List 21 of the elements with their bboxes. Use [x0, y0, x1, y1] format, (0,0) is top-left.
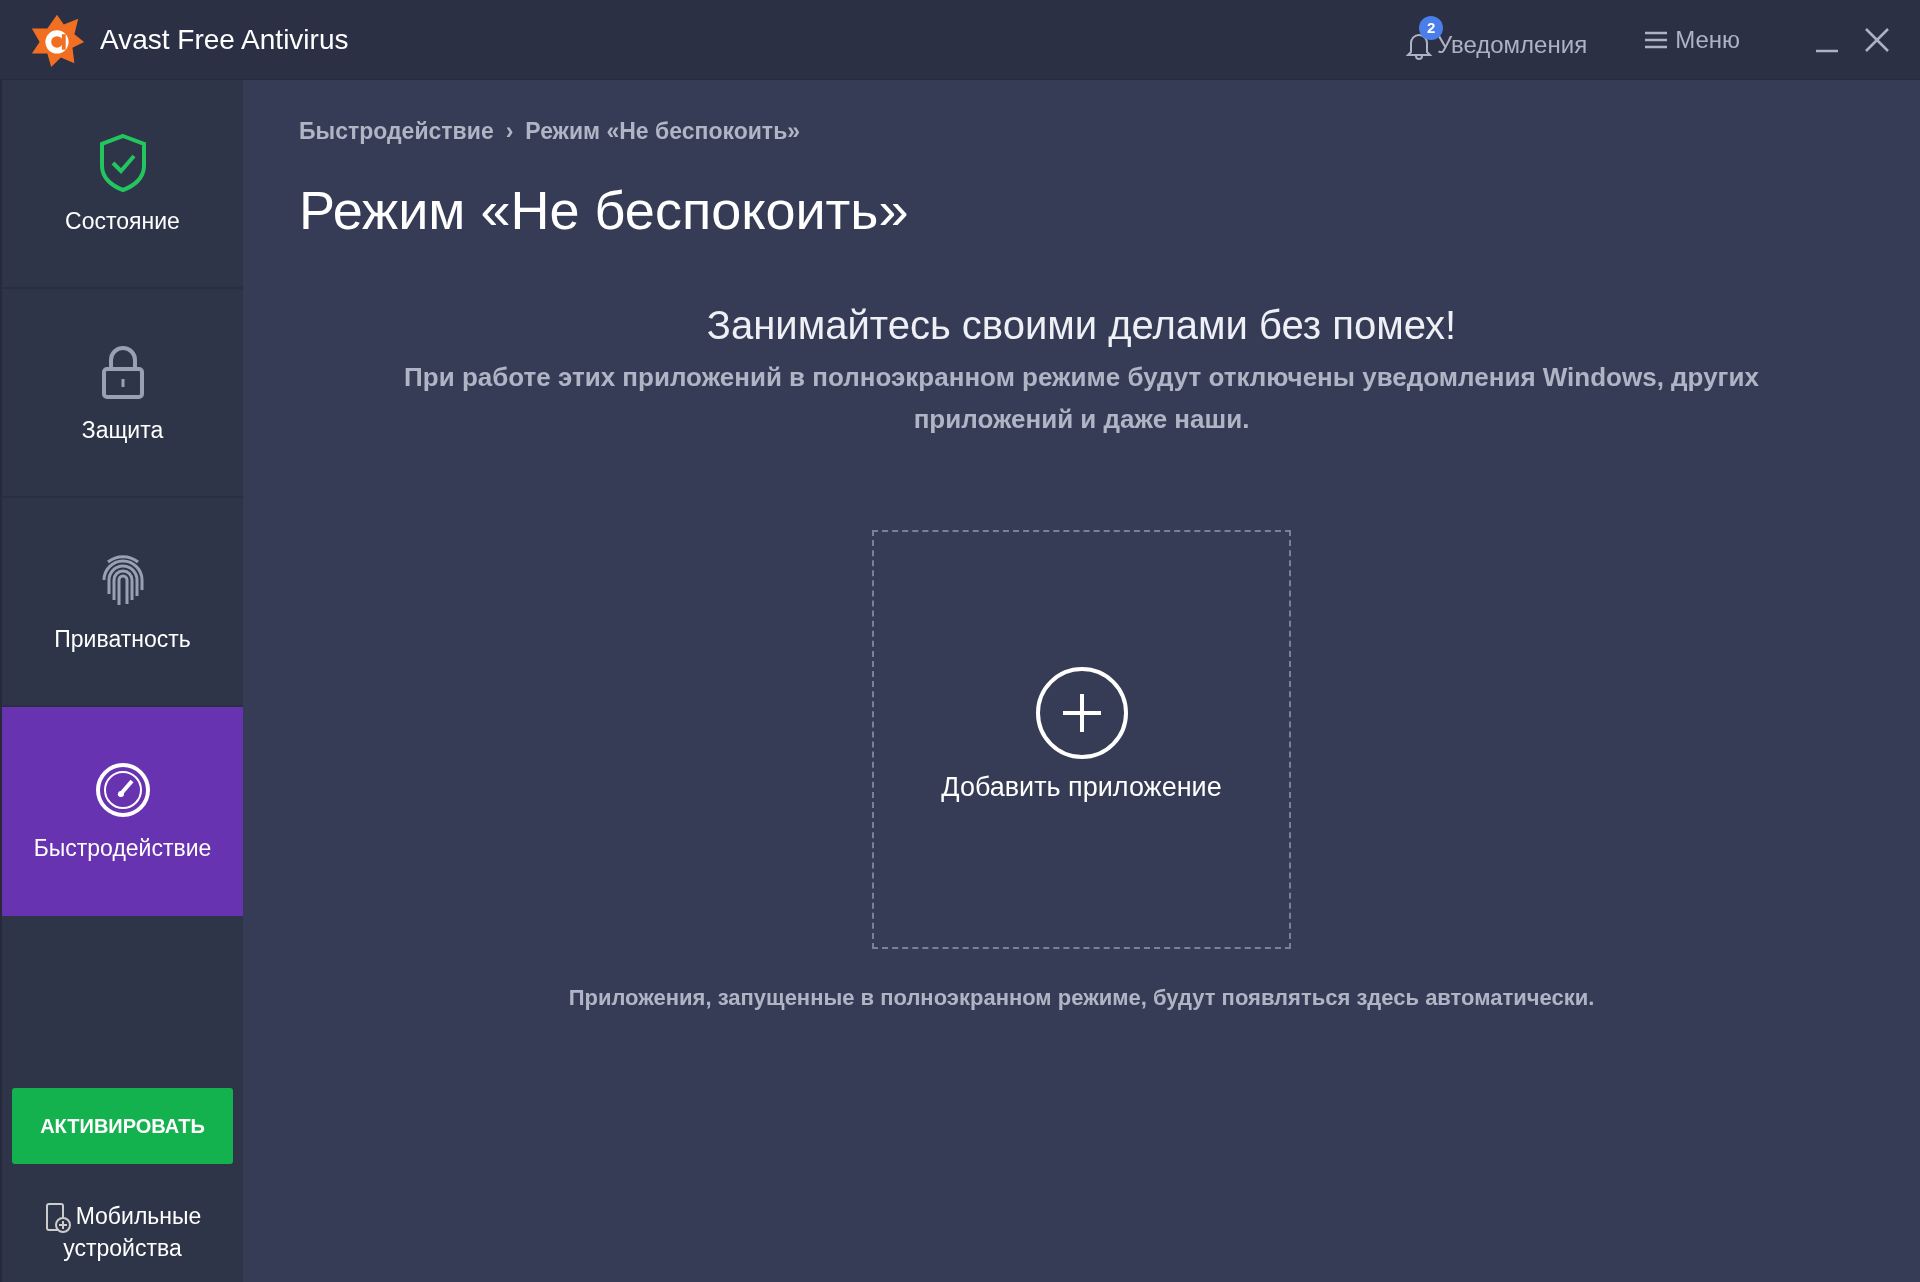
- sidebar-item[interactable]: Защита: [2, 289, 243, 498]
- breadcrumb-link[interactable]: Быстродействие: [299, 118, 494, 145]
- breadcrumb-separator: ›: [505, 118, 514, 145]
- add-app-button[interactable]: Добавить приложение: [872, 530, 1291, 949]
- sidebar-item-label: Состояние: [65, 208, 180, 235]
- phone-plus-icon: [43, 1202, 72, 1234]
- menu-icon: [1645, 30, 1668, 49]
- sidebar-item[interactable]: Быстродействие: [2, 707, 243, 916]
- plus-circle-icon: [1034, 666, 1129, 760]
- mobile-devices-link[interactable]: Мобильные устройства: [27, 1202, 218, 1262]
- sidebar-item-label: Приватность: [54, 626, 191, 653]
- heading: Занимайтесь своими делами без помех!: [706, 303, 1457, 348]
- menu-button[interactable]: Меню: [1639, 24, 1746, 55]
- footer-note: Приложения, запущенные в полноэкранном режиме, будут появляться здесь автоматически.: [568, 985, 1595, 1011]
- sidebar-item[interactable]: Состояние: [2, 80, 243, 289]
- app-title: Avast Free Antivirus: [100, 23, 349, 56]
- page-title: Режим «Не беспокоить»: [299, 179, 910, 241]
- sidebar-item-label: Быстродействие: [33, 835, 212, 862]
- sidebar-item-label: Защита: [81, 417, 164, 444]
- description: При работе этих приложений в полноэкранном режиме будут отключены уведомления Windows, других приложений и даже наши.: [403, 361, 1760, 436]
- breadcrumb-current: Режим «Не беспокоить»: [525, 118, 801, 145]
